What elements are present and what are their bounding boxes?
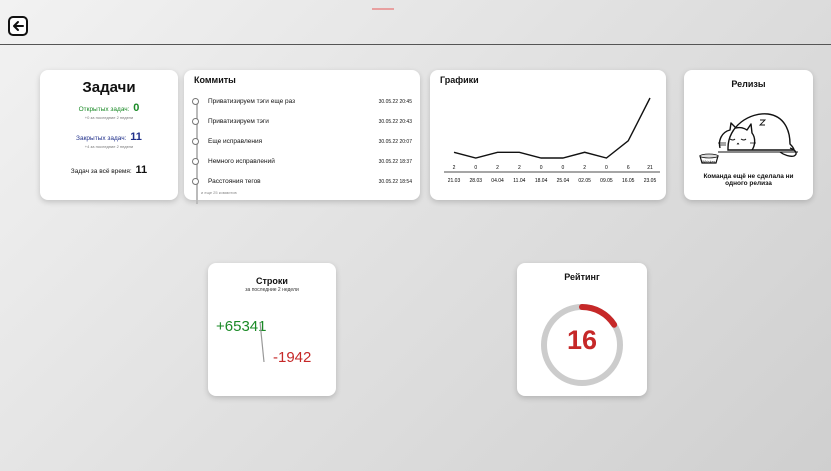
data-label: 0 (540, 165, 543, 171)
tasks-title: Задачи (82, 79, 136, 96)
commit-message: Приватизируем тэги (208, 118, 269, 125)
x-tick-label: 16.05 (622, 178, 635, 184)
x-tick-label: 04.04 (491, 178, 504, 184)
commit-date: 30.05.22 20:43 (378, 119, 412, 125)
x-tick-label: 11.04 (513, 178, 525, 184)
top-accent-mark (372, 8, 394, 10)
sleeping-cat-icon (699, 113, 798, 164)
commit-date: 30.05.22 20:45 (378, 99, 412, 105)
closed-tasks-count: 11 (130, 131, 142, 143)
commit-date: 30.05.22 18:37 (378, 159, 412, 165)
data-label: 0 (561, 165, 564, 171)
all-tasks-row: Задач за всё время: 11 (40, 165, 178, 176)
commit-dot-icon (192, 98, 199, 105)
open-tasks-sub: +0 за последние 2 недели (84, 115, 134, 120)
data-label: 21 (647, 165, 653, 171)
releases-empty-message: Команда ещё не сделала ни одного релиза (703, 173, 794, 188)
commit-dot-icon (192, 118, 199, 125)
data-label: 2 (583, 165, 586, 171)
releases-card[interactable]: Релизы Whiskas Команда ещё не сделала ни… (684, 70, 813, 200)
graphs-card[interactable]: Графики 2 0 2 2 0 0 2 0 6 21 21.03 28.03 04.04 11.04 1… (430, 70, 666, 200)
rating-value: 16 (566, 325, 598, 355)
commit-message: Расстояния тегов (208, 178, 261, 185)
lines-title: Строки (256, 276, 288, 286)
commit-item[interactable]: Расстояния тегов 30.05.22 18:54 (192, 176, 412, 188)
lines-divider-slash (259, 322, 265, 362)
rating-title: Рейтинг (564, 272, 600, 282)
data-label: 6 (627, 165, 630, 171)
data-label: 2 (496, 165, 499, 171)
commit-item[interactable]: Еще исправления 30.05.22 20:07 (192, 136, 412, 148)
closed-tasks-row: Закрытых задач: 11 (40, 132, 178, 143)
open-tasks-label: Открытых задач: (78, 106, 130, 113)
rating-card[interactable]: Рейтинг 16 (517, 263, 647, 396)
open-tasks-row: Открытых задач: 0 (40, 103, 178, 114)
data-label: 0 (605, 165, 608, 171)
open-tasks-count: 0 (133, 102, 140, 114)
commit-item[interactable]: Немного исправлений 30.05.22 18:37 (192, 156, 412, 168)
lines-removed: -1942 (273, 349, 312, 366)
commits-title: Коммиты (194, 75, 236, 85)
x-tick-label: 23.05 (644, 178, 657, 184)
back-arrow-icon (13, 21, 24, 31)
commit-item[interactable]: Приватизируем тэги еще раз 30.05.22 20:4… (192, 96, 412, 108)
lines-card[interactable]: Строки за последние 2 недели +65341 -194… (208, 263, 336, 396)
more-commits-link[interactable]: и еще 25 коммитов (201, 190, 237, 195)
data-label: 0 (474, 165, 477, 171)
x-tick-label: 28.03 (470, 178, 483, 184)
x-tick-label: 25.04 (557, 178, 570, 184)
commit-date: 30.05.22 18:54 (378, 179, 412, 185)
closed-tasks-label: Закрытых задач: (76, 135, 127, 142)
commit-dot-icon (192, 138, 199, 145)
x-tick-label: 02.05 (578, 178, 591, 184)
back-button[interactable] (8, 16, 28, 36)
x-tick-label: 18.04 (535, 178, 548, 184)
commits-card[interactable]: Коммиты Приватизируем тэги еще раз 30.05… (184, 70, 420, 204)
x-tick-label: 09.05 (600, 178, 613, 184)
commit-date: 30.05.22 20:07 (378, 139, 412, 145)
lines-subtitle: за последние 2 недели (245, 287, 299, 293)
closed-tasks-sub: +4 за последние 2 недели (84, 144, 134, 149)
tasks-card[interactable]: Задачи Открытых задач: 0 +0 за последние… (40, 70, 178, 200)
commit-message: Еще исправления (208, 138, 263, 145)
data-label: 2 (518, 165, 521, 171)
commit-dot-icon (192, 158, 199, 165)
commits-line-chart: 2 0 2 2 0 0 2 0 6 21 21.03 28.03 04.04 11.04 18.04 25.0… (444, 97, 660, 184)
series-line (453, 97, 651, 159)
commit-message: Приватизируем тэги еще раз (208, 98, 296, 105)
x-tick-label: 21.03 (448, 178, 461, 184)
commit-item[interactable]: Приватизируем тэги 30.05.22 20:43 (192, 116, 412, 128)
bowl-label: Whiskas (702, 160, 716, 164)
commit-message: Немного исправлений (208, 158, 275, 165)
data-label: 2 (453, 165, 456, 171)
all-tasks-label: Задач за всё время: (70, 168, 132, 175)
releases-title: Релизы (731, 79, 766, 89)
top-bar (0, 0, 831, 45)
commit-dot-icon (192, 178, 199, 185)
all-tasks-count: 11 (135, 164, 148, 176)
